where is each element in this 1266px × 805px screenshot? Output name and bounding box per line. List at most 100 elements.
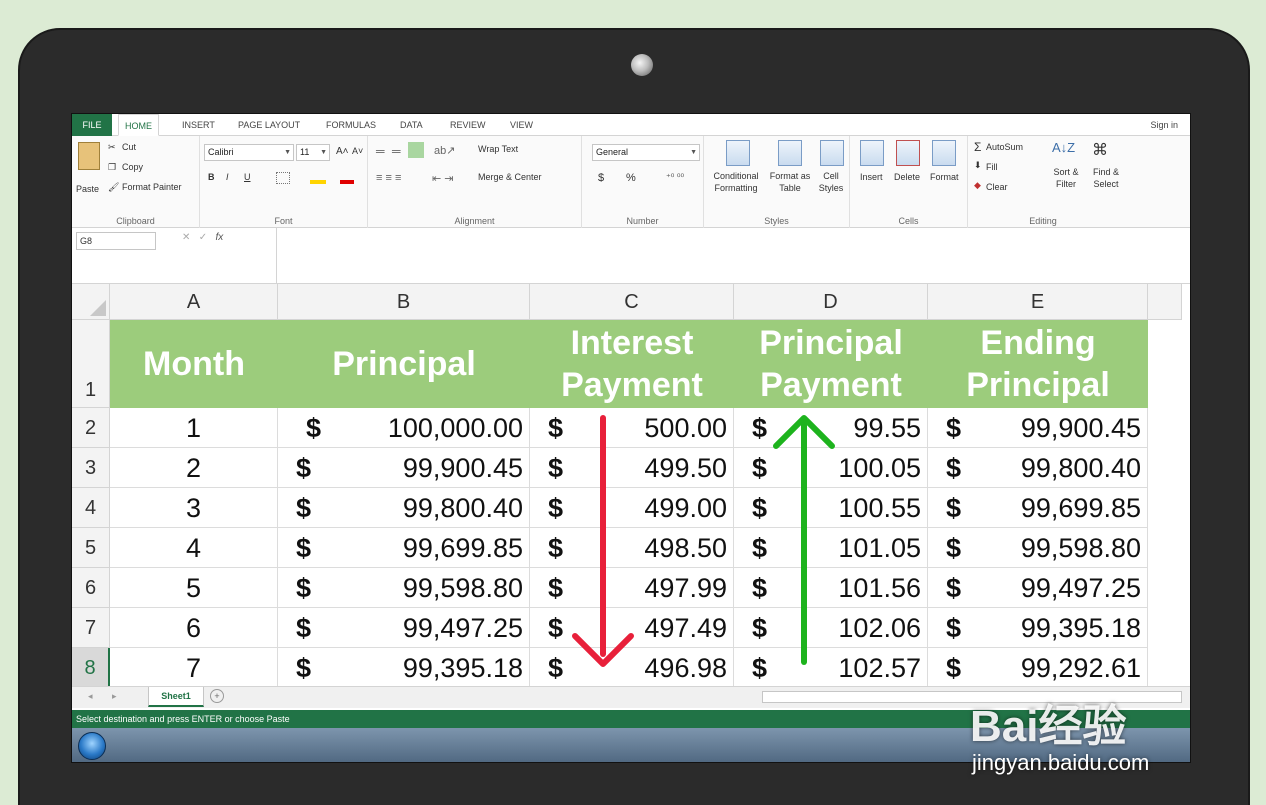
header-cell-ending-principal[interactable]: Ending Principal bbox=[928, 320, 1148, 408]
cell-principal[interactable]: $99,395.18 bbox=[278, 648, 530, 686]
align-bottom-icon[interactable] bbox=[408, 142, 424, 158]
cancel-icon[interactable]: ✕ bbox=[182, 232, 190, 243]
cell-principal-payment[interactable]: $101.05 bbox=[734, 528, 928, 568]
underline-button[interactable]: U bbox=[244, 172, 251, 182]
font-size-select[interactable]: 11 ▼ bbox=[296, 144, 330, 161]
format-as-table-icon[interactable] bbox=[778, 140, 802, 166]
font-name-select[interactable]: Calibri ▼ bbox=[204, 144, 294, 161]
sign-in-link[interactable]: Sign in bbox=[1150, 114, 1178, 136]
cell-interest-payment[interactable]: $499.00 bbox=[530, 488, 734, 528]
tab-view[interactable]: VIEW bbox=[504, 114, 539, 136]
align-left-icon[interactable]: ≡ ≡ ≡ bbox=[376, 172, 401, 184]
cell-principal[interactable]: $100,000.00 bbox=[278, 408, 530, 448]
cut-button[interactable]: Cut bbox=[122, 142, 136, 152]
enter-icon[interactable]: ✓ bbox=[199, 232, 207, 243]
cell-interest-payment[interactable]: $498.50 bbox=[530, 528, 734, 568]
fill-color-icon[interactable] bbox=[310, 180, 326, 184]
cell-month[interactable]: 4 bbox=[110, 528, 278, 568]
row-header-2[interactable]: 2 bbox=[72, 408, 110, 448]
insert-function-button[interactable]: fx bbox=[215, 232, 223, 243]
cell-principal[interactable]: $99,598.80 bbox=[278, 568, 530, 608]
align-top-icon[interactable]: ═ bbox=[376, 144, 385, 158]
row-header-3[interactable]: 3 bbox=[72, 448, 110, 488]
column-header-b[interactable]: B bbox=[278, 284, 530, 320]
select-all-button[interactable] bbox=[72, 284, 110, 320]
align-middle-icon[interactable]: ═ bbox=[392, 144, 401, 158]
paste-icon[interactable] bbox=[78, 142, 100, 170]
cell-ending-principal[interactable]: $99,699.85 bbox=[928, 488, 1148, 528]
cell-interest-payment[interactable]: $497.49 bbox=[530, 608, 734, 648]
cell-month[interactable]: 1 bbox=[110, 408, 278, 448]
cell-ending-principal[interactable]: $99,292.61 bbox=[928, 648, 1148, 686]
autosum-button[interactable]: AutoSum bbox=[986, 142, 1023, 152]
sort-filter-icon[interactable]: A↓Z bbox=[1052, 140, 1075, 155]
cell-interest-payment[interactable]: $499.50 bbox=[530, 448, 734, 488]
name-box[interactable]: G8 bbox=[76, 232, 156, 250]
fill-down-icon[interactable]: ⬇ bbox=[974, 160, 982, 171]
cell-principal[interactable]: $99,800.40 bbox=[278, 488, 530, 528]
cell-interest-payment[interactable]: $500.00 bbox=[530, 408, 734, 448]
fill-button[interactable]: Fill bbox=[986, 162, 998, 172]
cell-principal[interactable]: $99,900.45 bbox=[278, 448, 530, 488]
cell-ending-principal[interactable]: $99,800.40 bbox=[928, 448, 1148, 488]
wrap-text-button[interactable]: Wrap Text bbox=[478, 144, 518, 154]
column-header-e[interactable]: E bbox=[928, 284, 1148, 320]
row-header-4[interactable]: 4 bbox=[72, 488, 110, 528]
scissors-icon[interactable]: ✂ bbox=[108, 142, 116, 153]
sort-filter-button[interactable]: Sort & Filter bbox=[1048, 166, 1084, 190]
add-sheet-icon[interactable]: + bbox=[210, 689, 224, 703]
format-as-table-button[interactable]: Format as Table bbox=[766, 170, 814, 194]
orientation-icon[interactable]: ab↗ bbox=[434, 144, 455, 157]
cell-styles-button[interactable]: Cell Styles bbox=[814, 170, 848, 194]
binoculars-icon[interactable]: ⌘ bbox=[1092, 140, 1108, 160]
cell-principal[interactable]: $99,497.25 bbox=[278, 608, 530, 648]
scroll-right-icon[interactable]: ▸ bbox=[112, 691, 117, 702]
cell-ending-principal[interactable]: $99,395.18 bbox=[928, 608, 1148, 648]
clear-button[interactable]: Clear bbox=[986, 182, 1008, 192]
shrink-font-icon[interactable]: A˅ bbox=[352, 146, 363, 156]
cell-month[interactable]: 3 bbox=[110, 488, 278, 528]
cell-ending-principal[interactable]: $99,497.25 bbox=[928, 568, 1148, 608]
cell-month[interactable]: 7 bbox=[110, 648, 278, 686]
column-header-f[interactable] bbox=[1148, 284, 1182, 320]
tab-home[interactable]: HOME bbox=[118, 114, 159, 136]
formula-input[interactable] bbox=[276, 228, 1190, 284]
cell-principal-payment[interactable]: $102.06 bbox=[734, 608, 928, 648]
column-header-c[interactable]: C bbox=[530, 284, 734, 320]
cell-principal-payment[interactable]: $101.56 bbox=[734, 568, 928, 608]
column-header-d[interactable]: D bbox=[734, 284, 928, 320]
cell-interest-payment[interactable]: $497.99 bbox=[530, 568, 734, 608]
copy-icon[interactable]: ❐ bbox=[108, 162, 116, 173]
merge-center-button[interactable]: Merge & Center bbox=[478, 172, 542, 182]
header-cell-principal-payment[interactable]: Principal Payment bbox=[734, 320, 928, 408]
worksheet-grid[interactable]: A B C D E 1 2 3 4 5 6 7 8 Month Principa… bbox=[72, 284, 1182, 686]
borders-icon[interactable] bbox=[276, 172, 290, 184]
cell-principal-payment[interactable]: $99.55 bbox=[734, 408, 928, 448]
number-format-select[interactable]: General ▼ bbox=[592, 144, 700, 161]
brush-icon[interactable]: 🖌 bbox=[108, 182, 119, 193]
conditional-formatting-button[interactable]: Conditional Formatting bbox=[708, 170, 764, 194]
row-header-6[interactable]: 6 bbox=[72, 568, 110, 608]
sheet-tab-sheet1[interactable]: Sheet1 bbox=[148, 687, 204, 707]
cell-month[interactable]: 2 bbox=[110, 448, 278, 488]
eraser-icon[interactable]: ◆ bbox=[974, 180, 981, 191]
decimal-icon[interactable]: ⁺⁰ ⁰⁰ bbox=[666, 172, 684, 183]
tab-data[interactable]: DATA bbox=[394, 114, 429, 136]
cell-ending-principal[interactable]: $99,598.80 bbox=[928, 528, 1148, 568]
cell-principal-payment[interactable]: $102.57 bbox=[734, 648, 928, 686]
tab-formulas[interactable]: FORMULAS bbox=[320, 114, 382, 136]
cell-month[interactable]: 5 bbox=[110, 568, 278, 608]
tab-insert[interactable]: INSERT bbox=[176, 114, 221, 136]
italic-button[interactable]: I bbox=[226, 172, 229, 182]
indent-icon[interactable]: ⇤ ⇥ bbox=[432, 172, 454, 185]
grow-font-icon[interactable]: A˄ bbox=[336, 146, 349, 157]
column-header-a[interactable]: A bbox=[110, 284, 278, 320]
paste-button[interactable]: Paste bbox=[76, 184, 99, 194]
bold-button[interactable]: B bbox=[208, 172, 215, 182]
format-button[interactable]: Format bbox=[930, 172, 959, 182]
insert-button[interactable]: Insert bbox=[860, 172, 883, 182]
row-header-8[interactable]: 8 bbox=[72, 648, 110, 686]
cell-styles-icon[interactable] bbox=[820, 140, 844, 166]
cell-principal-payment[interactable]: $100.55 bbox=[734, 488, 928, 528]
tab-page-layout[interactable]: PAGE LAYOUT bbox=[232, 114, 306, 136]
